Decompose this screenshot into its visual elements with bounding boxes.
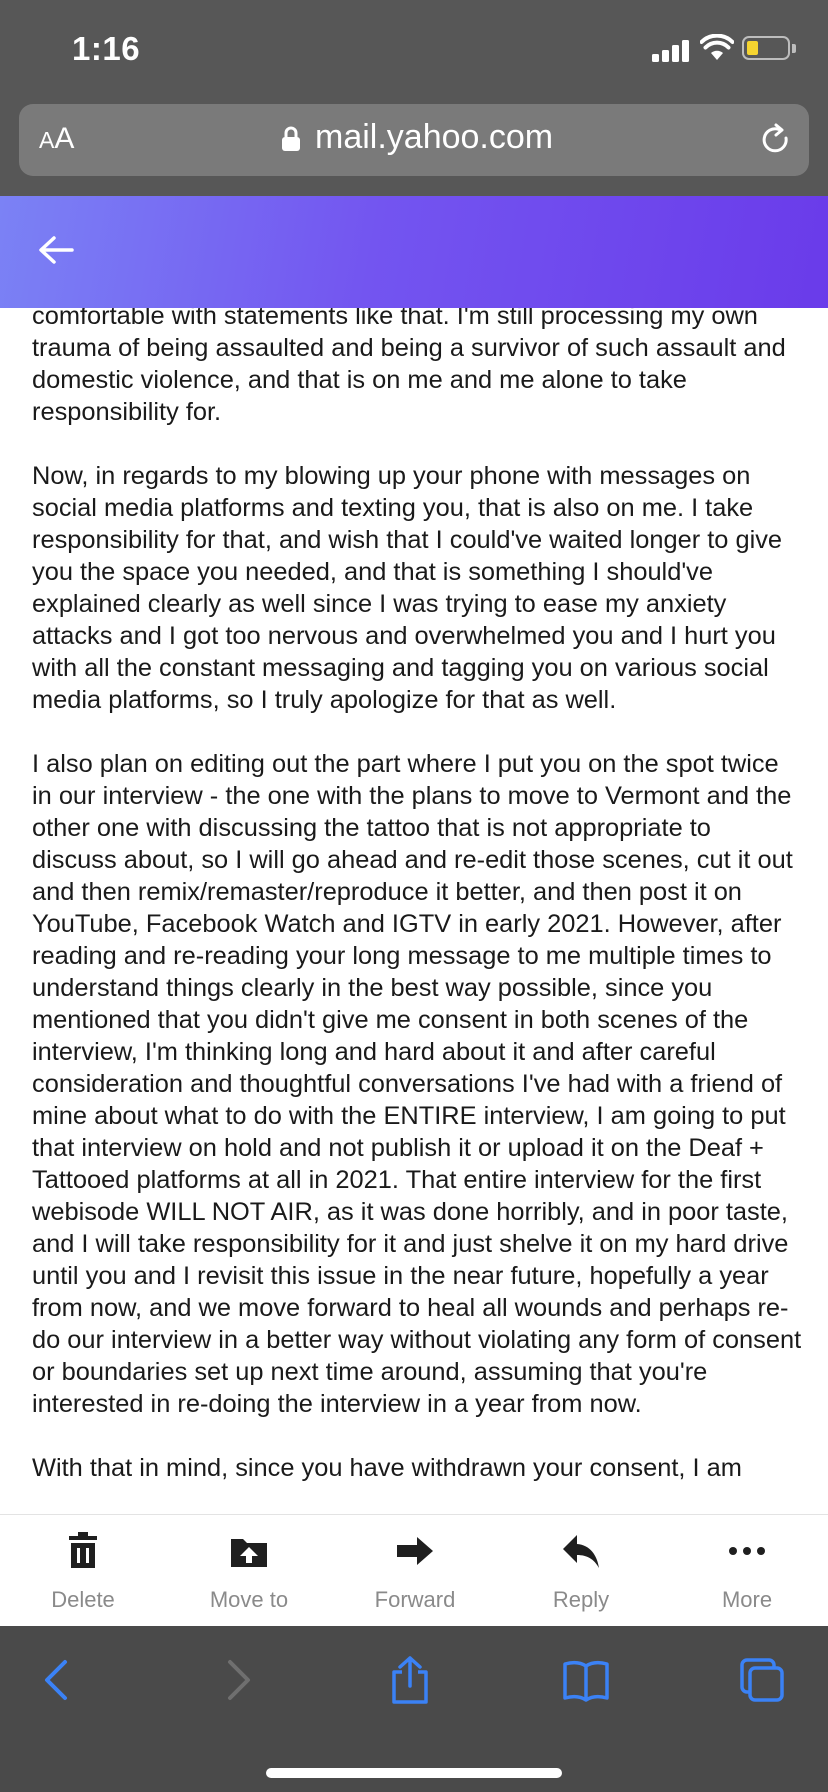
forward-chevron-icon[interactable] — [212, 1656, 260, 1704]
mail-action-toolbar: Delete Move to Forward Reply More — [0, 1514, 828, 1626]
more-label: More — [721, 1587, 773, 1612]
address-bar[interactable]: AA mail.yahoo.com — [19, 104, 809, 176]
browser-chrome: 1:16 AA mail.yahoo.com — [0, 0, 828, 196]
back-chevron-icon[interactable] — [35, 1656, 83, 1704]
url-text[interactable]: mail.yahoo.com — [315, 118, 553, 157]
move-to-button[interactable]: Move to — [166, 1515, 332, 1627]
folder-move-icon — [231, 1539, 267, 1567]
lock-icon — [282, 126, 300, 151]
battery-icon — [742, 36, 790, 60]
reader-text-size-button[interactable]: AA — [39, 122, 74, 156]
more-dots-icon — [729, 1547, 765, 1555]
email-paragraph: comfortable with statements like that. I… — [32, 308, 786, 426]
safari-toolbar — [0, 1626, 828, 1792]
email-paragraph: With that in mind, since you have withdr… — [32, 1454, 742, 1482]
wifi-icon — [700, 34, 734, 60]
tabs-icon[interactable] — [738, 1656, 786, 1704]
move-to-label: Move to — [209, 1587, 289, 1612]
forward-button[interactable]: Forward — [332, 1515, 498, 1627]
email-paragraph: Now, in regards to my blowing up your ph… — [32, 462, 783, 714]
bookmarks-icon[interactable] — [562, 1656, 610, 1704]
reply-label: Reply — [552, 1587, 610, 1612]
delete-button[interactable]: Delete — [0, 1515, 166, 1627]
delete-label: Delete — [51, 1587, 115, 1612]
forward-label: Forward — [374, 1587, 456, 1612]
back-arrow-icon[interactable] — [38, 234, 74, 266]
email-body: comfortable with statements like that. I… — [0, 308, 828, 1514]
more-button[interactable]: More — [664, 1515, 828, 1627]
reload-icon[interactable] — [757, 122, 793, 158]
email-paragraph: I also plan on editing out the part wher… — [32, 750, 802, 1418]
status-time: 1:16 — [72, 30, 141, 67]
battery-tip — [792, 44, 796, 53]
email-text: comfortable with statements like that. I… — [32, 308, 802, 1514]
forward-arrow-icon — [397, 1537, 433, 1565]
reply-arrow-icon — [563, 1535, 599, 1568]
trash-icon — [69, 1532, 97, 1568]
reply-button[interactable]: Reply — [498, 1515, 664, 1627]
mail-header-bar — [0, 196, 828, 308]
share-icon[interactable] — [386, 1656, 434, 1704]
home-indicator[interactable] — [266, 1768, 562, 1778]
cellular-signal-icon — [652, 38, 692, 62]
